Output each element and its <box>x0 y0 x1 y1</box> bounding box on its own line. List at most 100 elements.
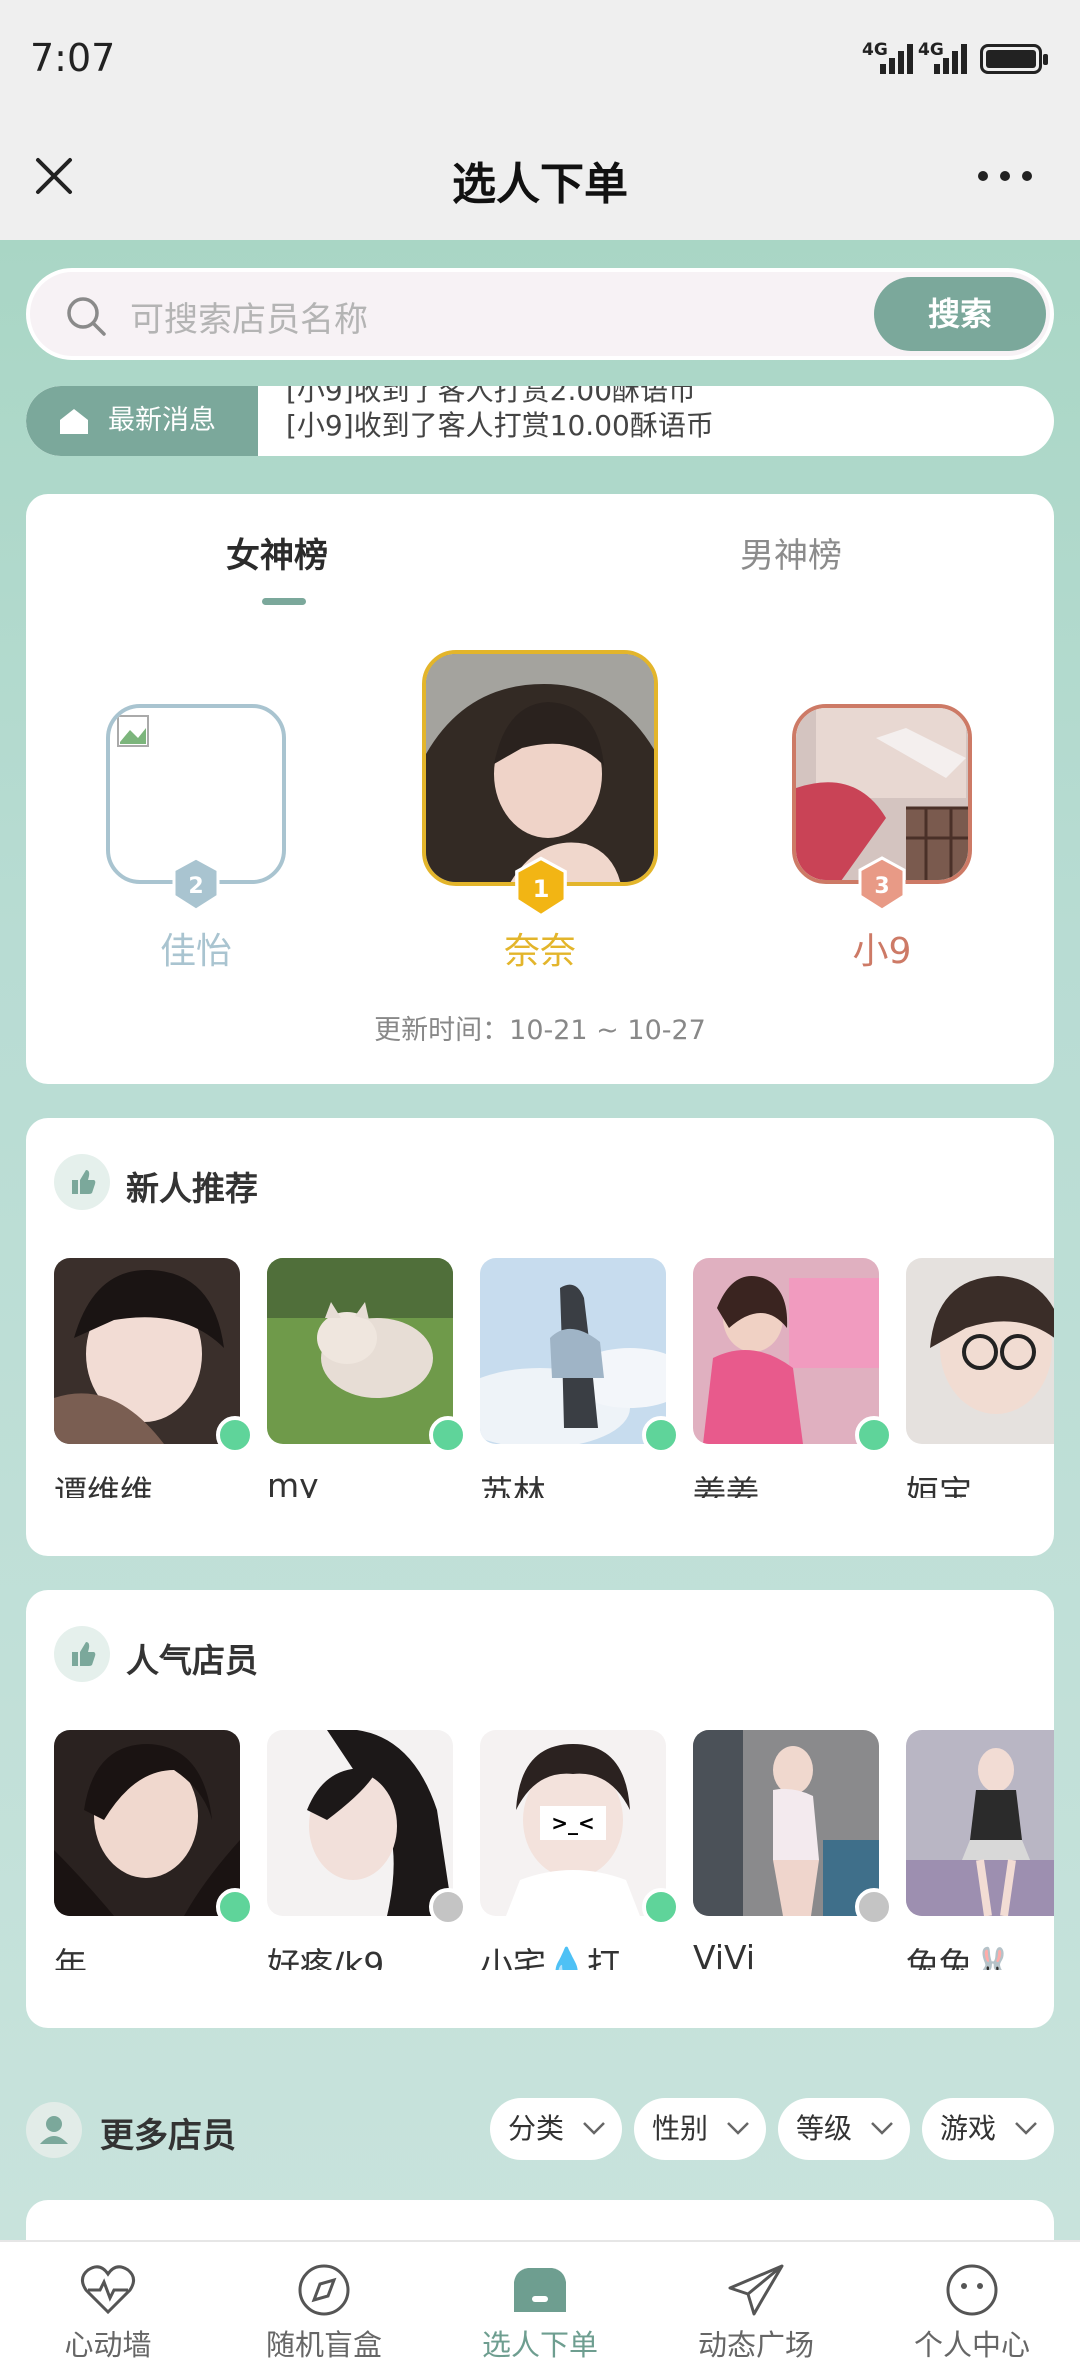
staff-photo <box>480 1258 666 1444</box>
status-time: 7:07 <box>30 36 116 80</box>
staff-photo <box>906 1258 1054 1444</box>
battery-icon <box>980 44 1048 74</box>
staff-photo <box>54 1258 240 1444</box>
rank-3-name: 小9 <box>852 931 912 972</box>
staff-name: 小宅💧打… <box>480 1945 654 1970</box>
list-item[interactable]: 好疼/k9 <box>267 1730 467 1970</box>
broken-image-icon <box>117 715 149 747</box>
staff-name: 苏林 <box>480 1473 546 1498</box>
search-bar: 可搜索店员名称 搜索 <box>26 268 1054 360</box>
smiley-icon <box>946 2264 998 2316</box>
news-line: [小9]收到了客人打赏10.00酥语币 <box>286 409 714 442</box>
online-status-dot <box>642 1416 680 1454</box>
svg-text:2: 2 <box>188 874 203 899</box>
rank-2-name: 佳怡 <box>159 931 232 972</box>
news-text: [小9]收到了客人打赏2.00酥语币 [小9]收到了客人打赏10.00酥语币 <box>286 386 986 456</box>
filter-game[interactable]: 游戏 <box>922 2098 1054 2160</box>
online-status-dot <box>855 1416 893 1454</box>
list-item[interactable]: 谭维维 <box>54 1258 254 1498</box>
online-status-dot <box>216 1888 254 1926</box>
list-item[interactable]: 兔兔🐰 <box>906 1730 1054 1970</box>
staff-name: 姜姜 <box>693 1473 759 1498</box>
list-item[interactable]: 姜姜 <box>693 1258 893 1498</box>
compass-icon <box>298 2264 350 2316</box>
staff-photo <box>906 1730 1054 1916</box>
search-input[interactable]: 可搜索店员名称 <box>130 292 368 341</box>
tab-goddess-rank[interactable]: 女神榜 <box>226 528 328 577</box>
list-item[interactable]: my <box>267 1258 467 1498</box>
house-icon <box>514 2268 566 2312</box>
rank-3-medal-icon: 3 <box>858 856 906 912</box>
tab-god-rank[interactable]: 男神榜 <box>740 528 842 577</box>
list-item[interactable]: >_< 小宅💧打… <box>480 1730 680 1970</box>
status-bar: 7:07 4G 4G <box>0 0 1080 120</box>
staff-name: my <box>267 1466 319 1498</box>
offline-status-dot <box>429 1888 467 1926</box>
more-staff-header: 更多店员 分类 性别 等级 游戏 <box>0 2090 1080 2170</box>
online-status-dot <box>642 1888 680 1926</box>
staff-name: 谭维维 <box>54 1473 153 1498</box>
heartbeat-icon <box>81 2265 135 2315</box>
rank-1-name: 奈奈 <box>503 931 576 972</box>
section-title: 更多店员 <box>100 2116 236 2156</box>
list-item[interactable]: ViVi <box>693 1730 893 1970</box>
rank-1-photo <box>426 654 654 882</box>
list-item[interactable]: 年. <box>54 1730 254 1970</box>
popular-card: 人气店员 年. 好疼/k9 >_< 小宅💧打… ViVi 兔兔🐰 <box>26 1590 1054 2028</box>
signal-bars-icon-1 <box>880 42 916 74</box>
section-title: 新人推荐 <box>126 1169 258 1208</box>
tab-indicator <box>262 598 306 605</box>
staff-photo <box>267 1258 453 1444</box>
svg-text:3: 3 <box>874 874 889 899</box>
thumbs-up-icon <box>54 1154 110 1210</box>
update-time: 更新时间：10-21 ~ 10-27 <box>374 1015 706 1046</box>
tab-heart-wall[interactable]: 心动墙 <box>0 2242 216 2376</box>
staff-photo <box>267 1730 453 1916</box>
staff-photo <box>693 1258 879 1444</box>
title-bar: 选人下单 <box>0 120 1080 240</box>
staff-photo <box>693 1730 879 1916</box>
staff-photo <box>54 1730 240 1916</box>
tab-select-order[interactable]: 选人下单 <box>432 2242 648 2376</box>
tab-random-box[interactable]: 随机盲盒 <box>216 2242 432 2376</box>
house-icon <box>60 409 88 434</box>
page-title: 选人下单 <box>452 159 628 210</box>
staff-name: 好疼/k9 <box>267 1945 385 1970</box>
news-ticker[interactable]: 最新消息 [小9]收到了客人打赏2.00酥语币 [小9]收到了客人打赏10.00… <box>26 386 1054 456</box>
online-status-dot <box>216 1416 254 1454</box>
staff-name: 姮宝 <box>906 1473 972 1498</box>
list-item[interactable]: 姮宝 <box>906 1258 1054 1498</box>
tab-dynamic-square[interactable]: 动态广场 <box>648 2242 864 2376</box>
new-recommend-list: 谭维维 my 苏林 姜姜 姮宝 <box>54 1258 1054 1498</box>
paper-plane-icon <box>728 2264 784 2316</box>
new-recommend-card: 新人推荐 谭维维 my 苏林 姜姜 姮宝 <box>26 1118 1054 1556</box>
chevron-down-icon <box>1015 2122 1037 2135</box>
search-button[interactable]: 搜索 <box>874 277 1046 351</box>
svg-text:1: 1 <box>533 875 550 903</box>
rank-1-medal-icon: 1 <box>515 856 567 918</box>
chevron-down-icon <box>871 2122 893 2135</box>
tab-profile[interactable]: 个人中心 <box>864 2242 1080 2376</box>
popular-list: 年. 好疼/k9 >_< 小宅💧打… ViVi 兔兔🐰 <box>54 1730 1054 1970</box>
more-options-icon[interactable] <box>970 150 1040 202</box>
ranking-card: 女神榜 男神榜 2 佳怡 1 奈奈 3 小9 更新时间：10-21 ~ 10-2… <box>26 494 1054 1084</box>
list-item[interactable]: 苏林 <box>480 1258 680 1498</box>
staff-name: 兔兔🐰 <box>906 1945 1014 1970</box>
filter-category[interactable]: 分类 <box>490 2098 622 2160</box>
online-status-dot <box>429 1416 467 1454</box>
search-icon <box>67 297 106 336</box>
filter-level[interactable]: 等级 <box>778 2098 910 2160</box>
news-label: 最新消息 <box>26 386 258 456</box>
chevron-down-icon <box>727 2122 749 2135</box>
filter-gender[interactable]: 性别 <box>634 2098 766 2160</box>
chevron-down-icon <box>583 2122 605 2135</box>
section-title: 人气店员 <box>126 1641 258 1680</box>
staff-photo: >_< <box>480 1730 666 1916</box>
rank-1-avatar[interactable] <box>422 650 658 886</box>
offline-status-dot <box>855 1888 893 1926</box>
bottom-tab-bar: 心动墙 随机盲盒 选人下单 动态广场 个人中心 <box>0 2240 1080 2376</box>
svg-text:>_<: >_< <box>551 1811 595 1835</box>
staff-name: 年. <box>54 1945 98 1970</box>
thumbs-up-icon <box>54 1626 110 1682</box>
person-icon <box>26 2102 82 2158</box>
